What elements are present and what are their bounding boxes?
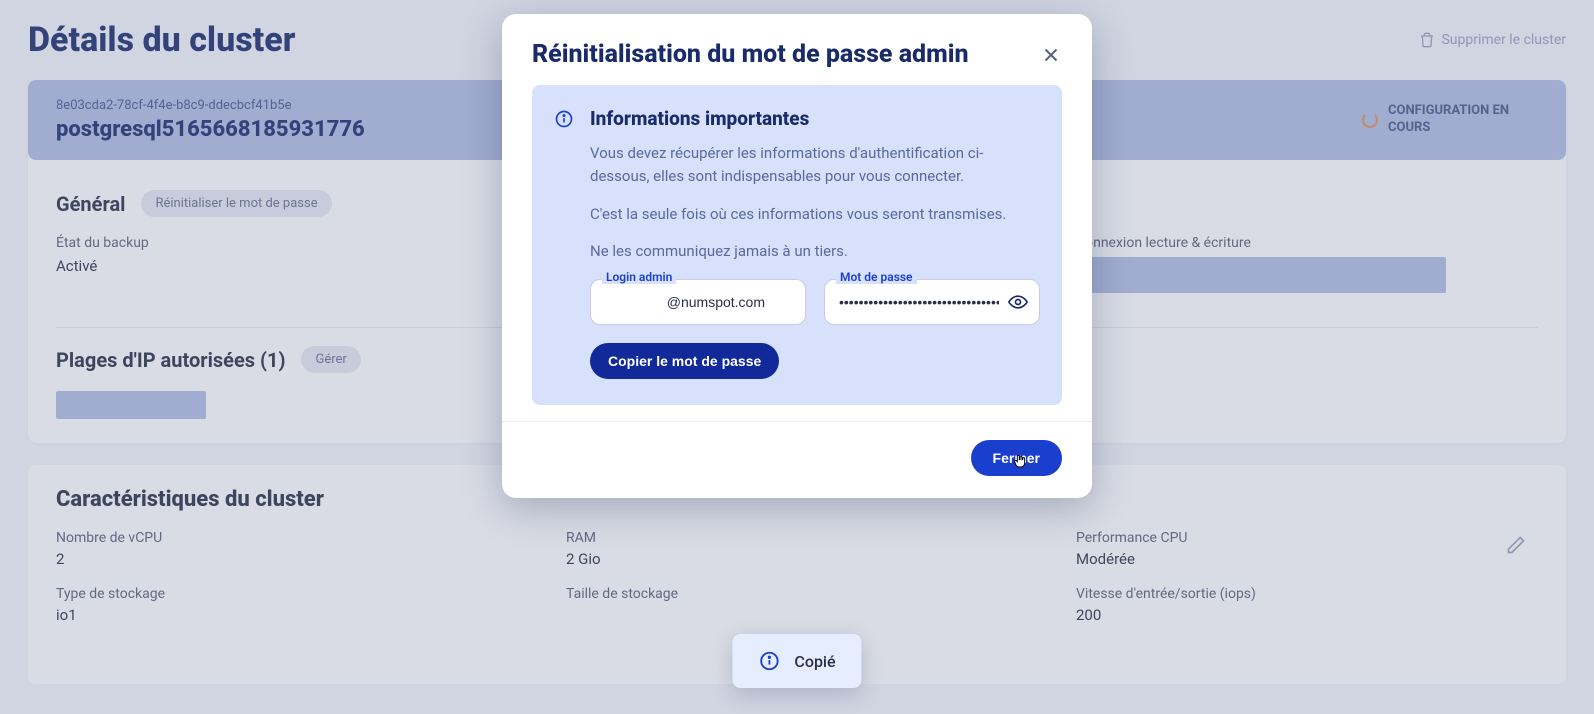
eye-icon[interactable]: [1008, 292, 1028, 312]
info-title: Informations importantes: [590, 107, 1040, 130]
login-field-label: Login admin: [602, 270, 676, 284]
info-paragraph-3: Ne les communiquez jamais à un tiers.: [590, 240, 1040, 263]
copied-toast: Copié: [732, 634, 861, 688]
cursor-hand-icon: [1012, 452, 1028, 474]
reset-password-modal: Réinitialisation du mot de passe admin I…: [502, 14, 1092, 498]
login-input[interactable]: [590, 279, 806, 325]
password-field-label: Mot de passe: [836, 270, 917, 284]
toast-text: Copié: [794, 652, 835, 671]
copy-password-button[interactable]: Copier le mot de passe: [590, 343, 779, 379]
info-paragraph-2: C'est la seule fois où ces informations …: [590, 203, 1040, 226]
modal-title: Réinitialisation du mot de passe admin: [532, 40, 969, 69]
info-paragraph-1: Vous devez récupérer les informations d'…: [590, 142, 1040, 189]
info-icon: [554, 109, 574, 129]
close-icon[interactable]: [1040, 44, 1062, 66]
info-icon: [758, 650, 780, 672]
